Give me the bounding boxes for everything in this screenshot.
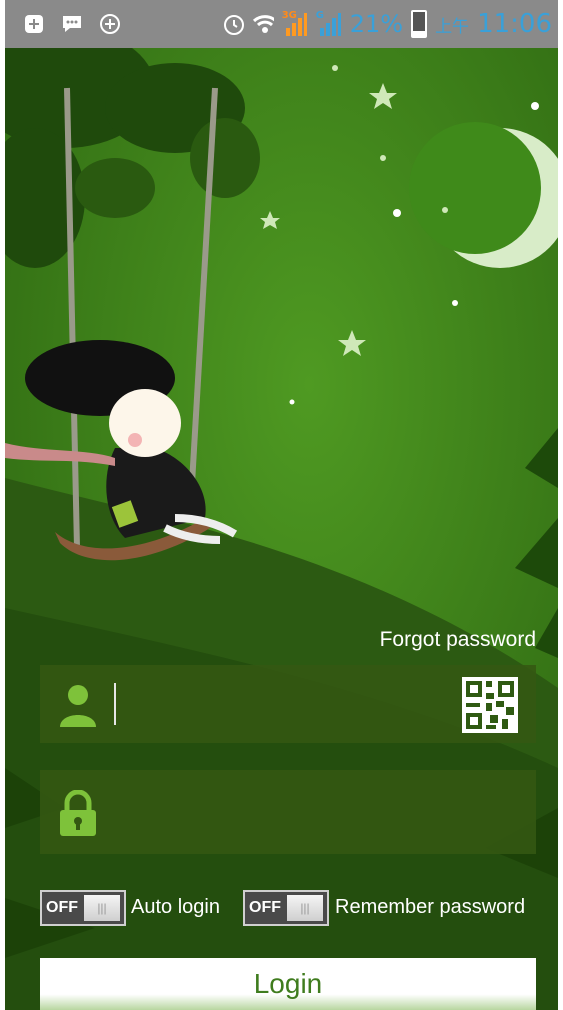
add-circle-icon — [99, 13, 121, 35]
toggle-knob-icon: ||| — [287, 895, 323, 921]
username-input[interactable] — [120, 679, 454, 731]
message-icon — [61, 13, 83, 35]
remember-password-state: OFF — [249, 899, 281, 916]
signal-g-icon: G — [316, 10, 342, 36]
remember-password-toggle[interactable]: OFF ||| — [243, 890, 329, 926]
toggle-knob-icon: ||| — [84, 895, 120, 921]
login-button[interactable]: Login — [40, 958, 536, 1010]
clock-time: 11:06 — [477, 9, 552, 39]
time-period: 上午 — [435, 16, 470, 37]
wifi-icon — [252, 13, 274, 35]
status-bar: 3G G 21% 上午 11:06 — [5, 0, 558, 48]
signal-3g-icon: 3G — [282, 10, 308, 36]
forgot-password-link[interactable]: Forgot password — [380, 628, 536, 652]
login-screen: 3G G 21% 上午 11:06 Forgot password OFF ||… — [5, 0, 558, 1010]
auto-login-label: Auto login — [131, 896, 220, 918]
password-field[interactable] — [40, 770, 536, 854]
background-illustration — [5, 48, 558, 1010]
user-icon — [58, 683, 98, 727]
auto-login-toggle[interactable]: OFF ||| — [40, 890, 126, 926]
alarm-icon — [222, 13, 244, 35]
username-field[interactable] — [40, 665, 536, 743]
qr-code-icon[interactable] — [462, 677, 518, 733]
add-notification-icon — [23, 13, 45, 35]
battery-icon — [411, 10, 428, 38]
auto-login-state: OFF — [46, 899, 78, 916]
battery-percent: 21% — [349, 10, 404, 38]
lock-icon — [58, 789, 98, 836]
remember-password-label: Remember password — [335, 896, 526, 918]
password-input[interactable] — [120, 784, 454, 836]
text-cursor — [114, 683, 116, 725]
